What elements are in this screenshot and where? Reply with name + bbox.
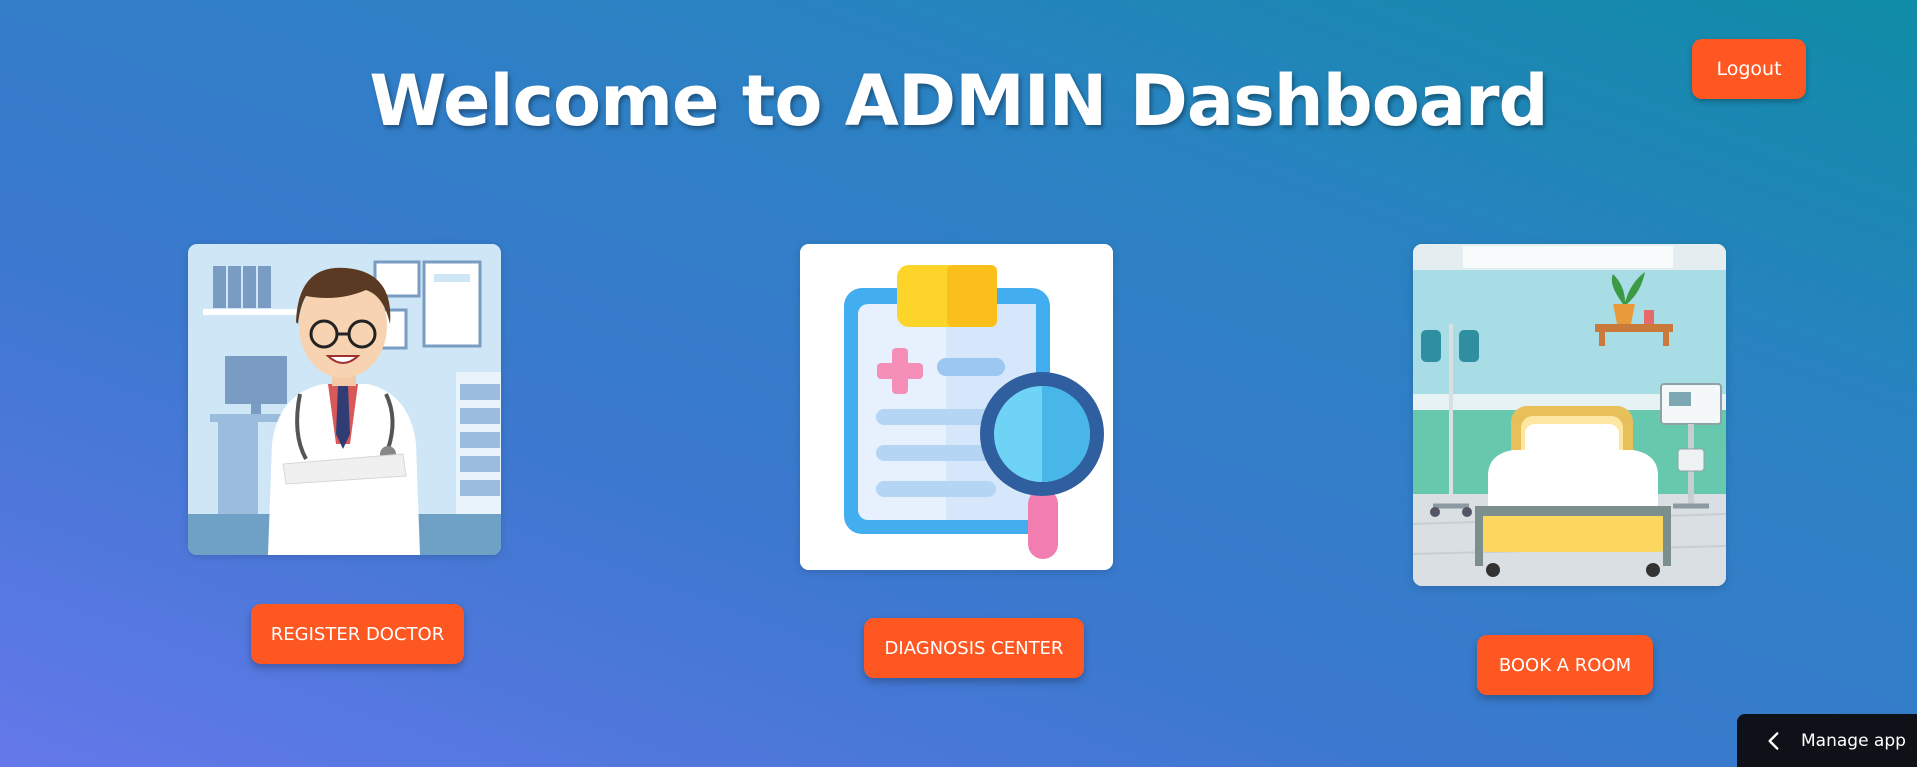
register-doctor-button[interactable]: REGISTER DOCTOR (251, 604, 464, 664)
manage-app-button[interactable]: Manage app (1737, 714, 1917, 767)
book-a-room-button[interactable]: BOOK A ROOM (1477, 635, 1653, 695)
manage-app-label: Manage app (1801, 730, 1906, 751)
clipboard-magnifier-illustration (800, 244, 1113, 570)
hospital-room-illustration (1413, 244, 1726, 586)
page-title: Welcome to ADMIN Dashboard (369, 60, 1548, 142)
doctor-illustration (188, 244, 501, 555)
chevron-left-icon (1768, 731, 1779, 750)
logout-button[interactable]: Logout (1692, 39, 1806, 99)
diagnosis-center-button[interactable]: DIAGNOSIS CENTER (864, 618, 1084, 678)
